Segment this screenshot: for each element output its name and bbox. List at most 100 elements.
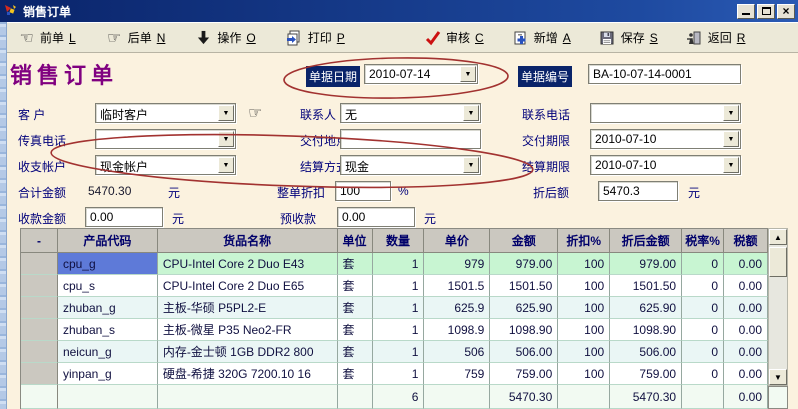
customer-combo[interactable]: 临时客户 ▼ xyxy=(95,103,236,123)
contact-combo[interactable]: 无 ▼ xyxy=(340,103,481,123)
table-cell[interactable]: 759 xyxy=(424,363,490,385)
table-cell[interactable]: 套 xyxy=(338,319,373,341)
table-cell[interactable]: 1 xyxy=(373,275,425,297)
prepaid-input[interactable]: 0.00 xyxy=(337,207,415,227)
toolbar-button-right-2[interactable]: 保存S xyxy=(599,29,658,46)
table-cell[interactable]: 100 xyxy=(558,341,610,363)
table-cell[interactable]: zhuban_s xyxy=(58,319,158,341)
row-selector-cell[interactable] xyxy=(21,297,58,319)
table-cell[interactable]: 0.00 xyxy=(724,253,768,275)
table-cell[interactable]: 0 xyxy=(682,319,724,341)
table-cell[interactable]: yinpan_g xyxy=(58,363,158,385)
discount-input[interactable]: 100 xyxy=(335,181,391,201)
table-cell[interactable]: 1501.50 xyxy=(490,275,558,297)
table-cell[interactable]: 硬盘-希捷 320G 7200.10 16 xyxy=(158,363,338,385)
table-cell[interactable]: 100 xyxy=(558,363,610,385)
table-cell[interactable]: 0 xyxy=(682,363,724,385)
toolbar-button-left-0[interactable]: ☜前单L xyxy=(18,29,76,46)
table-cell[interactable]: 1501.50 xyxy=(610,275,682,297)
table-cell[interactable]: 1 xyxy=(373,363,425,385)
chevron-down-icon[interactable]: ▼ xyxy=(463,157,479,173)
table-cell[interactable]: 主板-华硕 P5PL2-E xyxy=(158,297,338,319)
row-selector-cell[interactable] xyxy=(21,319,58,341)
scrollbar-thumb[interactable] xyxy=(769,247,787,277)
row-selector-cell[interactable] xyxy=(21,363,58,385)
toolbar-button-left-1[interactable]: ☞后单N xyxy=(106,29,166,46)
table-cell[interactable]: CPU-Intel Core 2 Duo E65 xyxy=(158,275,338,297)
table-cell[interactable]: 内存-金士顿 1GB DDR2 800 xyxy=(158,341,338,363)
account-combo[interactable]: 现金帐户 ▼ xyxy=(95,155,236,175)
chevron-down-icon[interactable]: ▼ xyxy=(723,105,739,121)
chevron-down-icon[interactable]: ▼ xyxy=(460,66,476,82)
table-cell[interactable]: 979 xyxy=(424,253,490,275)
table-cell[interactable]: 100 xyxy=(558,275,610,297)
table-cell[interactable]: 主板-微星 P35 Neo2-FR xyxy=(158,319,338,341)
row-selector-cell[interactable] xyxy=(21,275,58,297)
table-cell[interactable]: 1098.90 xyxy=(610,319,682,341)
table-cell[interactable]: zhuban_g xyxy=(58,297,158,319)
table-cell[interactable]: 0.00 xyxy=(724,341,768,363)
table-cell[interactable]: 1 xyxy=(373,341,425,363)
scroll-down-button[interactable]: ▼ xyxy=(769,369,787,385)
table-cell[interactable]: 0 xyxy=(682,341,724,363)
toolbar-button-right-3[interactable]: 返回R xyxy=(686,29,746,46)
toolbar-button-right-1[interactable]: 新增A xyxy=(512,29,571,46)
table-cell[interactable]: 100 xyxy=(558,297,610,319)
table-cell[interactable]: 套 xyxy=(338,341,373,363)
table-cell[interactable]: 1 xyxy=(373,319,425,341)
table-cell[interactable]: 625.90 xyxy=(610,297,682,319)
table-cell[interactable]: cpu_g xyxy=(58,253,158,275)
row-selector-cell[interactable] xyxy=(21,253,58,275)
table-cell[interactable]: 506 xyxy=(424,341,490,363)
table-cell[interactable]: 0 xyxy=(682,275,724,297)
table-cell[interactable]: 1098.90 xyxy=(490,319,558,341)
table-cell[interactable]: neicun_g xyxy=(58,341,158,363)
toolbar-button-left-3[interactable]: 打印P xyxy=(286,29,345,46)
table-cell[interactable]: 506.00 xyxy=(610,341,682,363)
table-cell[interactable]: 625.90 xyxy=(490,297,558,319)
minimize-button[interactable] xyxy=(737,4,755,19)
table-cell[interactable]: 979.00 xyxy=(490,253,558,275)
table-cell[interactable]: 759.00 xyxy=(610,363,682,385)
settle-date-combo[interactable]: 2010-07-10 ▼ xyxy=(590,155,741,175)
table-cell[interactable]: 套 xyxy=(338,363,373,385)
table-cell[interactable]: 506.00 xyxy=(490,341,558,363)
toolbar-button-right-0[interactable]: 审核C xyxy=(424,29,484,46)
close-button[interactable]: × xyxy=(777,4,795,19)
toolbar-button-left-2[interactable]: 操作O xyxy=(195,29,255,46)
table-cell[interactable]: 1501.5 xyxy=(424,275,490,297)
scroll-up-button[interactable]: ▲ xyxy=(769,229,787,245)
received-input[interactable]: 0.00 xyxy=(85,207,163,227)
table-vertical-scrollbar[interactable]: ▲ ▼ xyxy=(768,228,788,386)
table-cell[interactable]: 0.00 xyxy=(724,363,768,385)
settle-method-combo[interactable]: 现金 ▼ xyxy=(340,155,481,175)
chevron-down-icon[interactable]: ▼ xyxy=(218,131,234,147)
table-cell[interactable]: 1098.9 xyxy=(424,319,490,341)
table-cell[interactable]: 1 xyxy=(373,297,425,319)
table-cell[interactable]: 0.00 xyxy=(724,319,768,341)
table-cell[interactable]: 0.00 xyxy=(724,297,768,319)
table-cell[interactable]: 套 xyxy=(338,275,373,297)
maximize-button[interactable] xyxy=(757,4,775,19)
chevron-down-icon[interactable]: ▼ xyxy=(723,131,739,147)
table-cell[interactable]: 759.00 xyxy=(490,363,558,385)
table-cell[interactable]: 0 xyxy=(682,253,724,275)
table-cell[interactable]: 625.9 xyxy=(424,297,490,319)
doc-no-input[interactable]: BA-10-07-14-0001 xyxy=(588,64,741,84)
chevron-down-icon[interactable]: ▼ xyxy=(723,157,739,173)
doc-date-combo[interactable]: 2010-07-14 ▼ xyxy=(364,64,478,84)
table-cell[interactable]: 100 xyxy=(558,253,610,275)
discounted-input[interactable]: 5470.3 xyxy=(598,181,678,201)
table-cell[interactable]: 0.00 xyxy=(724,275,768,297)
chevron-down-icon[interactable]: ▼ xyxy=(463,105,479,121)
customer-pick-hand-icon[interactable]: ☞ xyxy=(248,103,262,123)
table-cell[interactable]: 979.00 xyxy=(610,253,682,275)
table-cell[interactable]: CPU-Intel Core 2 Duo E43 xyxy=(158,253,338,275)
fax-combo[interactable]: ▼ xyxy=(95,129,236,149)
delivery-place-input[interactable] xyxy=(340,129,481,149)
chevron-down-icon[interactable]: ▼ xyxy=(218,105,234,121)
table-cell[interactable]: 套 xyxy=(338,253,373,275)
chevron-down-icon[interactable]: ▼ xyxy=(218,157,234,173)
table-cell[interactable]: 1 xyxy=(373,253,425,275)
table-cell[interactable]: 100 xyxy=(558,319,610,341)
